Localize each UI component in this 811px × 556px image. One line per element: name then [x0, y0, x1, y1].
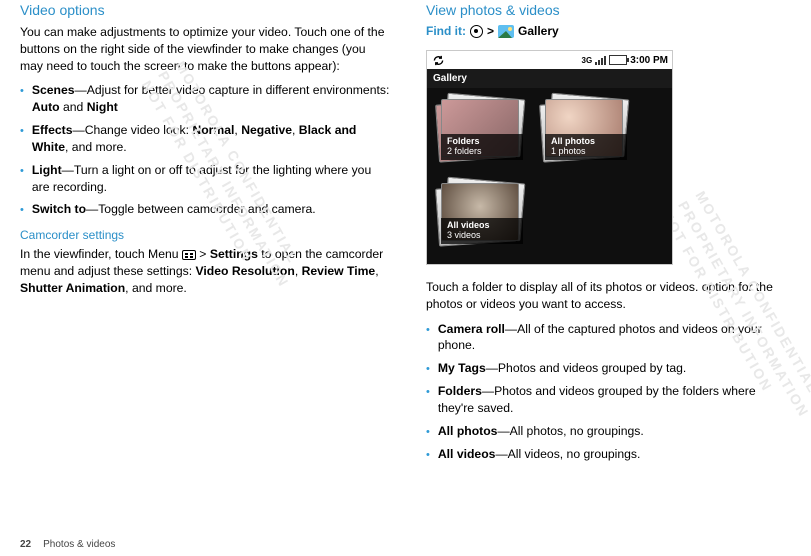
clock-time: 3:00 PM — [630, 55, 668, 66]
switch-label: Switch to — [32, 202, 86, 216]
tile-sub: 1 photos — [551, 146, 586, 156]
bullet-icon: • — [426, 360, 430, 377]
shutter-animation-label: Shutter Animation — [20, 281, 125, 295]
effects-tail: , and more. — [65, 140, 127, 154]
battery-icon — [609, 55, 627, 65]
home-icon — [470, 25, 483, 38]
camera-roll-label: Camera roll — [438, 322, 505, 336]
bullet-icon: • — [426, 446, 430, 463]
bullet-icon: • — [20, 162, 24, 196]
bullet-folders: • Folders—Photos and videos grouped by t… — [426, 383, 783, 417]
bullet-effects: • Effects—Change video look: Normal, Neg… — [20, 122, 390, 156]
section-name: Photos & videos — [43, 539, 115, 550]
switch-text: —Toggle between camcorder and camera. — [86, 202, 316, 216]
bullet-icon: • — [426, 383, 430, 417]
refresh-icon — [431, 53, 445, 67]
tile-sub: 2 folders — [447, 146, 482, 156]
bullet-switch: • Switch to—Toggle between camcorder and… — [20, 201, 390, 218]
bullet-scenes: • Scenes—Adjust for better video capture… — [20, 82, 390, 116]
gallery-icon — [498, 25, 514, 38]
bullet-camera-roll: • Camera roll—All of the captured photos… — [426, 321, 783, 355]
light-text: —Turn a light on or off to adjust for th… — [32, 163, 371, 194]
bullet-icon: • — [426, 321, 430, 355]
effects-text: —Change video look: — [73, 123, 193, 137]
gt-1: > — [487, 24, 494, 38]
bullet-my-tags: • My Tags—Photos and videos grouped by t… — [426, 360, 783, 377]
bullet-light: • Light—Turn a light on or off to adjust… — [20, 162, 390, 196]
scenes-auto: Auto — [32, 100, 60, 114]
folders-text: —Photos and videos grouped by the folder… — [438, 384, 756, 415]
page-footer: 22 Photos & videos — [20, 539, 115, 550]
tile-all-photos[interactable]: All photos1 photos — [541, 96, 629, 164]
status-bar: 3G 3:00 PM — [427, 51, 672, 69]
heading-view-photos-videos: View photos & videos — [426, 2, 783, 18]
tile-all-videos[interactable]: All videos3 videos — [437, 180, 525, 248]
tile-folders[interactable]: Folders2 folders — [437, 96, 525, 164]
scenes-and: and — [60, 100, 87, 114]
all-videos-text: —All videos, no groupings. — [495, 447, 640, 461]
find-it-label: Find it: — [426, 24, 466, 38]
bullet-icon: • — [20, 201, 24, 218]
bullet-icon: • — [20, 82, 24, 116]
effects-normal: Normal — [192, 123, 234, 137]
effects-negative: Negative — [241, 123, 292, 137]
phone-screenshot: 3G 3:00 PM Gallery Folders2 folders — [426, 50, 673, 265]
scenes-text: —Adjust for better video capture in diff… — [75, 83, 390, 97]
tile-sub: 3 videos — [447, 230, 481, 240]
settings-label: Settings — [210, 247, 258, 261]
bullet-icon: • — [426, 423, 430, 440]
my-tags-label: My Tags — [438, 361, 486, 375]
effects-label: Effects — [32, 123, 73, 137]
find-it-line: Find it: > Gallery — [426, 24, 783, 38]
all-videos-label: All videos — [438, 447, 496, 461]
camcorder-settings-text: In the viewfinder, touch Menu > Settings… — [20, 246, 390, 296]
video-options-intro: You can make adjustments to optimize you… — [20, 24, 390, 74]
review-time-label: Review Time — [302, 264, 376, 278]
video-resolution-label: Video Resolution — [195, 264, 294, 278]
heading-camcorder-settings: Camcorder settings — [20, 228, 390, 242]
all-photos-label: All photos — [438, 424, 498, 438]
page-number: 22 — [20, 539, 31, 550]
bullet-icon: • — [20, 122, 24, 156]
scenes-label: Scenes — [32, 83, 75, 97]
folders-label: Folders — [438, 384, 482, 398]
bullet-all-videos: • All videos—All videos, no groupings. — [426, 446, 783, 463]
bullet-all-photos: • All photos—All photos, no groupings. — [426, 423, 783, 440]
menu-icon — [182, 250, 196, 260]
all-photos-text: —All photos, no groupings. — [497, 424, 643, 438]
my-tags-text: —Photos and videos grouped by tag. — [486, 361, 687, 375]
gallery-label: Gallery — [518, 24, 559, 38]
heading-video-options: Video options — [20, 2, 390, 18]
light-label: Light — [32, 163, 62, 177]
gallery-topbar: Gallery — [427, 69, 672, 88]
network-3g-icon: 3G — [582, 56, 593, 65]
touch-folder-text: Touch a folder to display all of its pho… — [426, 279, 783, 313]
scenes-night: Night — [87, 100, 118, 114]
signal-icon — [595, 56, 606, 65]
